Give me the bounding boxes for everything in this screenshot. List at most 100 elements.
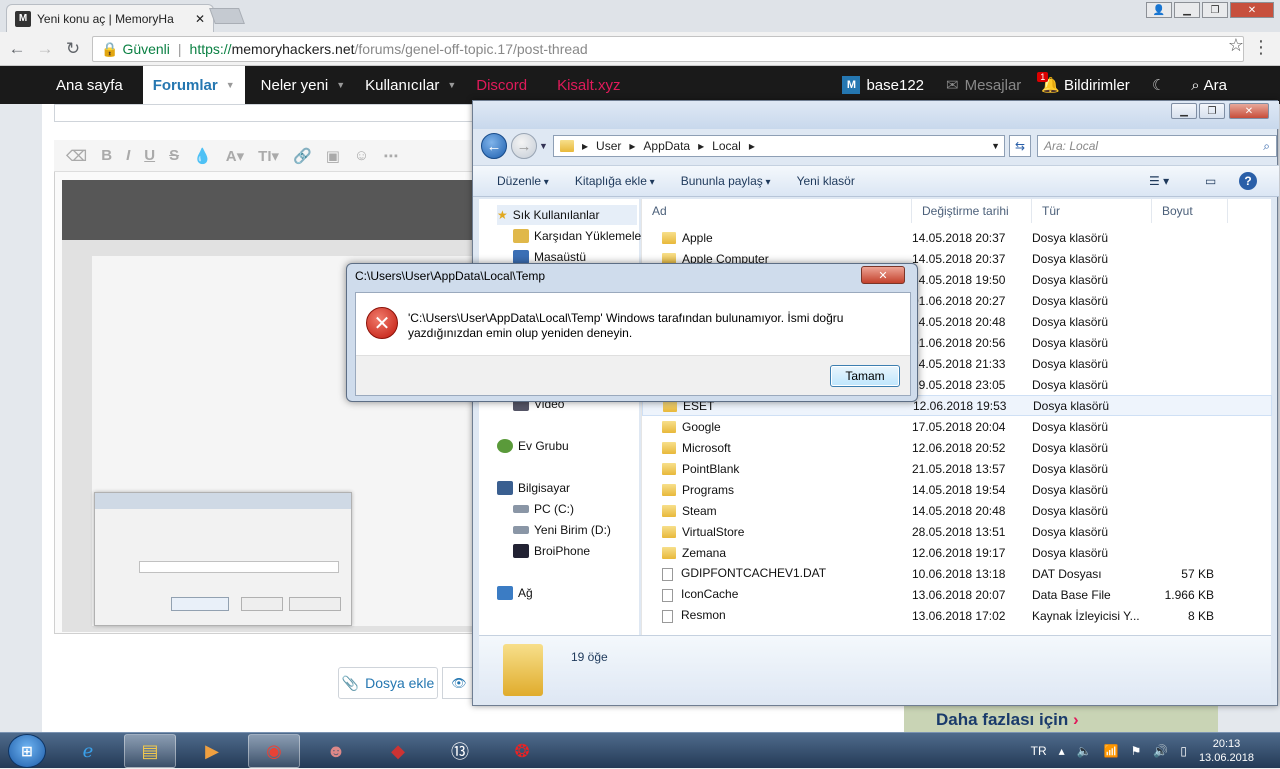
- flag-icon[interactable]: ⚑: [1131, 744, 1142, 758]
- maximize-button[interactable]: ❐: [1202, 2, 1228, 18]
- nav-computer[interactable]: Bilgisayar: [497, 478, 570, 498]
- emoji-icon[interactable]: ☺: [354, 147, 369, 164]
- minimize-button[interactable]: ▁: [1171, 103, 1197, 119]
- breadcrumb-local[interactable]: Local: [712, 139, 741, 153]
- file-row[interactable]: Programs 14.05.2018 19:54 Dosya klasörü: [642, 479, 1272, 500]
- file-row[interactable]: Apple 14.05.2018 20:37 Dosya klasörü: [642, 227, 1272, 248]
- nav-kisalt[interactable]: Kisalt.xyz: [557, 66, 620, 104]
- underline-icon[interactable]: U: [144, 147, 155, 164]
- close-window-button[interactable]: ✕: [1230, 2, 1274, 18]
- nav-forumlar[interactable]: Forumlar ▼: [142, 66, 245, 104]
- share-with-menu[interactable]: Bununla paylaş: [681, 174, 771, 188]
- search-input[interactable]: Ara: Local ⌕: [1037, 135, 1277, 157]
- breadcrumb-user[interactable]: User: [596, 139, 621, 153]
- add-to-library-menu[interactable]: Kitaplığa ekle: [575, 174, 655, 188]
- preview-pane-icon[interactable]: ▭: [1205, 174, 1216, 188]
- nav-notifications[interactable]: 1 🔔 Bildirimler: [1037, 66, 1130, 104]
- url-bar[interactable]: 🔒 Güvenli | https://memoryhackers.net/for…: [92, 36, 1244, 62]
- nav-favorites[interactable]: ★ Sık Kullanılanlar: [497, 205, 637, 225]
- italic-icon[interactable]: I: [126, 147, 130, 164]
- file-row[interactable]: GDIPFONTCACHEV1.DAT 10.06.2018 13:18 DAT D…: [642, 563, 1272, 584]
- dv-app-icon[interactable]: ◆: [372, 734, 424, 768]
- game-app-icon[interactable]: ☻: [310, 734, 362, 768]
- reload-icon[interactable]: ↻: [62, 38, 84, 60]
- nav-drive-d[interactable]: Yeni Birim (D:): [513, 520, 611, 540]
- file-row[interactable]: Google 17.05.2018 20:04 Dosya klasörü: [642, 416, 1272, 437]
- nav-ana-sayfa[interactable]: Ana sayfa: [56, 66, 123, 104]
- address-bar[interactable]: ▸ User ▸ AppData ▸ Local ▸ ▼: [553, 135, 1005, 157]
- media-player-icon[interactable]: ▶: [186, 734, 238, 768]
- history-dropdown-icon[interactable]: ▼: [539, 141, 548, 151]
- file-row[interactable]: Zemana 12.06.2018 19:17 Dosya klasörü: [642, 542, 1272, 563]
- chrome-icon[interactable]: ◉: [248, 734, 300, 768]
- close-button[interactable]: ✕: [1229, 103, 1269, 119]
- address-dropdown-icon[interactable]: ▼: [991, 141, 1000, 151]
- file-row[interactable]: Resmon 13.06.2018 17:02 Kaynak İzleyicisi …: [642, 605, 1272, 626]
- file-row[interactable]: VirtualStore 28.05.2018 13:51 Dosya klasör…: [642, 521, 1272, 542]
- b13-app-icon[interactable]: ⑬: [434, 734, 486, 768]
- back-arrow-icon[interactable]: ←: [481, 133, 507, 159]
- tab-active[interactable]: M Yeni konu aç | MemoryHa ✕: [6, 4, 214, 32]
- strikethrough-icon[interactable]: S: [169, 147, 179, 164]
- nav-discord[interactable]: Discord: [476, 66, 527, 104]
- more-link[interactable]: Daha fazlası için ›: [936, 710, 1079, 730]
- new-folder-button[interactable]: Yeni klasör: [797, 174, 855, 188]
- bookmark-star-icon[interactable]: ☆: [1228, 35, 1244, 56]
- attach-file-button[interactable]: 📎 Dosya ekle: [338, 667, 438, 699]
- speaker-icon[interactable]: 🔊: [1153, 744, 1168, 758]
- nav-network[interactable]: Ağ: [497, 583, 533, 603]
- preview-button[interactable]: 👁: [442, 667, 476, 699]
- file-row[interactable]: IconCache 13.06.2018 20:07 Data Base File 1…: [642, 584, 1272, 605]
- secure-indicator[interactable]: 🔒 Güvenli: [101, 41, 170, 58]
- col-size[interactable]: Boyut: [1152, 199, 1228, 223]
- nav-messages[interactable]: ✉ Mesajlar: [946, 66, 1021, 104]
- user-menu[interactable]: Mbase122: [842, 66, 924, 104]
- font-size-icon[interactable]: A▾: [226, 147, 244, 165]
- nav-downloads[interactable]: Karşıdan Yüklemeler: [513, 226, 645, 246]
- col-date[interactable]: Değiştirme tarihi: [912, 199, 1032, 223]
- text-style-icon[interactable]: TI▾: [258, 147, 279, 165]
- bold-icon[interactable]: B: [101, 147, 112, 164]
- forward-arrow-icon[interactable]: →: [511, 133, 537, 159]
- language-indicator[interactable]: TR: [1031, 744, 1047, 758]
- col-type[interactable]: Tür: [1032, 199, 1152, 223]
- forward-arrow-icon[interactable]: →: [34, 38, 56, 60]
- show-hidden-icons-icon[interactable]: ▴: [1059, 744, 1065, 758]
- organize-menu[interactable]: Düzenle: [497, 174, 549, 188]
- refresh-icon[interactable]: ⇆: [1009, 135, 1031, 157]
- start-button[interactable]: ⊞: [8, 734, 46, 768]
- volume-icon[interactable]: 🔈: [1077, 744, 1092, 758]
- menu-kebab-icon[interactable]: ⋮: [1252, 37, 1270, 58]
- ok-button[interactable]: Tamam: [830, 365, 900, 387]
- close-tab-icon[interactable]: ✕: [195, 12, 205, 26]
- maximize-button[interactable]: ❐: [1199, 103, 1225, 119]
- close-button[interactable]: ✕: [861, 266, 905, 284]
- network-icon[interactable]: 📶: [1104, 744, 1119, 758]
- back-arrow-icon[interactable]: ←: [6, 38, 28, 60]
- file-row[interactable]: Microsoft 12.06.2018 20:52 Dosya klasörü: [642, 437, 1272, 458]
- image-icon[interactable]: ▣: [326, 147, 340, 165]
- user-profile-icon[interactable]: 👤: [1146, 2, 1172, 18]
- nav-search[interactable]: ⌕ Ara: [1191, 66, 1227, 104]
- nav-homegroup[interactable]: Ev Grubu: [497, 436, 569, 456]
- col-name[interactable]: Ad: [642, 199, 912, 223]
- more-icon[interactable]: ⋯: [383, 147, 398, 165]
- nav-iphone[interactable]: BroiPhone: [513, 541, 590, 561]
- help-icon[interactable]: ?: [1239, 172, 1257, 190]
- clock[interactable]: 20:13 13.06.2018: [1199, 737, 1254, 765]
- color-icon[interactable]: 💧: [193, 147, 212, 165]
- link-icon[interactable]: 🔗: [293, 147, 312, 165]
- internet-explorer-icon[interactable]: ℯ: [62, 734, 114, 768]
- nav-drive-c[interactable]: PC (C:): [513, 499, 574, 519]
- minimize-button[interactable]: ▁: [1174, 2, 1200, 18]
- file-row[interactable]: Steam 14.05.2018 20:48 Dosya klasörü: [642, 500, 1272, 521]
- moon-icon[interactable]: ☾: [1152, 66, 1165, 104]
- nav-neler-yeni[interactable]: Neler yeni ▼: [261, 66, 345, 104]
- garena-icon[interactable]: ❂: [496, 734, 548, 768]
- nav-kullanicilar[interactable]: Kullanıcılar ▼: [365, 66, 456, 104]
- eraser-icon[interactable]: ⌫: [66, 147, 87, 165]
- view-options-icon[interactable]: ☰ ▾: [1149, 174, 1169, 188]
- new-tab-button[interactable]: [209, 8, 245, 24]
- thread-title-input[interactable]: [54, 104, 474, 122]
- file-row[interactable]: PointBlank 21.05.2018 13:57 Dosya klasörü: [642, 458, 1272, 479]
